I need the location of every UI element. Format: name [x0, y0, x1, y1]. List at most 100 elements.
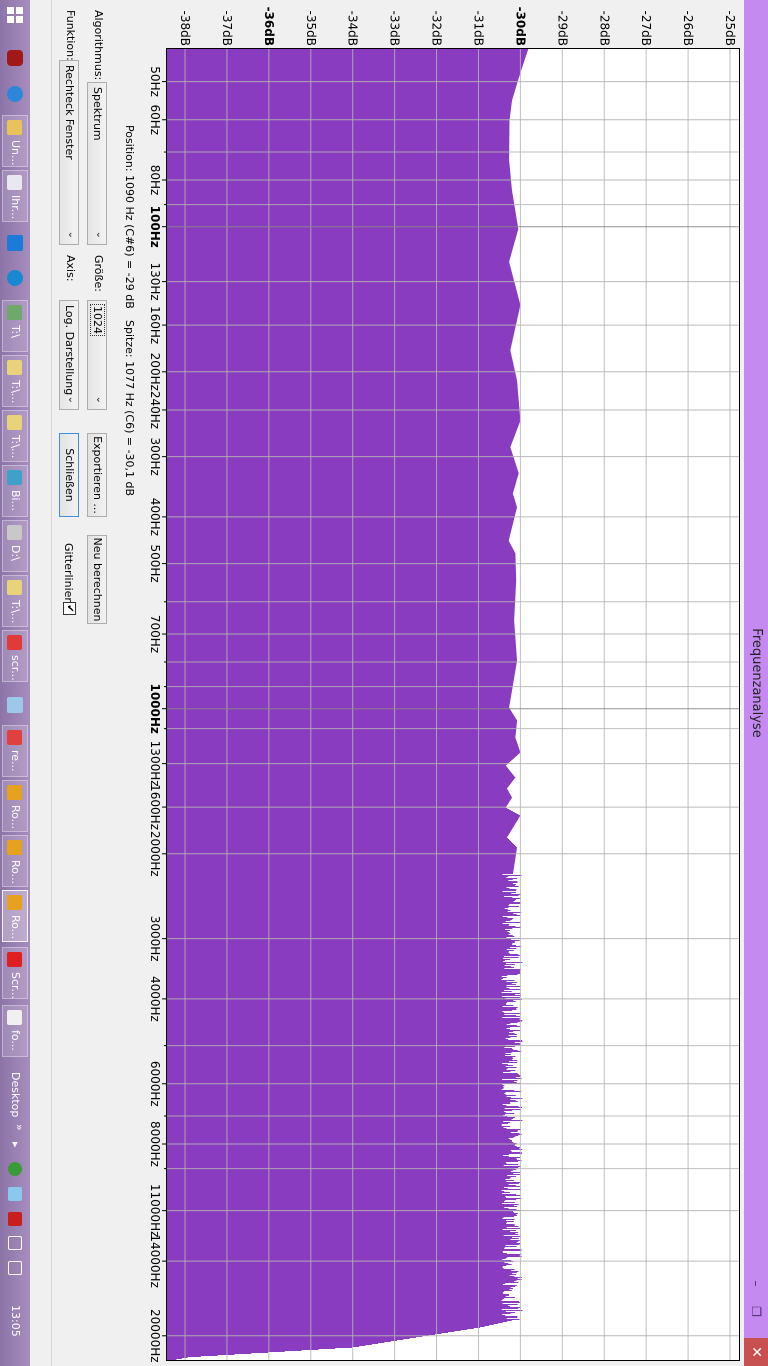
- toolbar-more-icon[interactable]: »: [13, 1124, 26, 1131]
- freq-tick-label: 2000Hz: [148, 831, 162, 877]
- freq-tick-label: 130Hz: [148, 263, 162, 301]
- db-tick-label: -31dB: [471, 11, 485, 46]
- size-value: 1024: [90, 302, 105, 338]
- picture-icon: [7, 470, 22, 485]
- taskbar-button[interactable]: D:\: [2, 520, 28, 572]
- db-tick-label: -37dB: [220, 11, 234, 46]
- window-function-value: Rechteck Fenster: [63, 65, 76, 160]
- freq-tick-label: 80Hz: [148, 165, 162, 196]
- freq-tick-label: 1000Hz: [148, 683, 162, 733]
- freq-tick-label: 3000Hz: [148, 916, 162, 962]
- taskbar-button[interactable]: Ro...: [2, 890, 28, 942]
- tray-app-icon[interactable]: [8, 1212, 22, 1226]
- recalculate-button[interactable]: Neu berechnen: [87, 535, 107, 624]
- chevron-down-icon: ⌄: [94, 395, 105, 404]
- freq-tick-label: 14000Hz: [148, 1234, 162, 1288]
- network-icon[interactable]: [8, 1261, 22, 1275]
- freq-tick-label: 240Hz: [148, 391, 162, 429]
- cd-icon: [7, 305, 22, 320]
- freq-tick-label: 11000Hz: [148, 1184, 162, 1238]
- taskbar-button[interactable]: T:\: [2, 300, 28, 352]
- db-tick-label: -35dB: [304, 11, 318, 46]
- axis-select[interactable]: Log. Darstellung ⌄: [59, 300, 79, 410]
- freq-tick-label: 400Hz: [148, 498, 162, 536]
- size-label: Größe:: [92, 255, 105, 292]
- screenshot-icon: [7, 952, 22, 967]
- axis-value: Log. Darstellung: [63, 305, 76, 396]
- mail-icon: [7, 175, 22, 190]
- freq-tick-label: 200Hz: [148, 353, 162, 391]
- taskbar-button[interactable]: Ro...: [2, 835, 28, 887]
- checkmark-icon: ✔: [64, 604, 75, 613]
- db-tick-label: -34dB: [346, 11, 360, 46]
- close-button[interactable]: Schließen: [59, 433, 79, 517]
- db-tick-label: -27dB: [639, 11, 653, 46]
- window-function-select[interactable]: Rechteck Fenster ⌄: [59, 60, 79, 245]
- freq-tick-label: 8000Hz: [148, 1121, 162, 1167]
- db-tick-label: -25dB: [723, 11, 737, 46]
- function-label: Funktion:: [64, 10, 77, 61]
- power-icon[interactable]: [8, 1236, 22, 1250]
- freq-tick-label: 100Hz: [148, 206, 162, 248]
- taskbar-button-label: scr...: [9, 655, 22, 681]
- taskbar-button[interactable]: Un...: [2, 115, 28, 167]
- store-icon[interactable]: [7, 235, 23, 251]
- gridlines-checkbox[interactable]: ✔: [63, 602, 76, 615]
- export-button[interactable]: Exportieren ...: [87, 433, 107, 517]
- spectrum-fill: [167, 48, 529, 1361]
- spectrum-plot[interactable]: -25dB -26dB -27dB -28dB -29dB -30dB -31dB -32dB…: [138, 0, 768, 1366]
- taskbar-button-label: Ro...: [9, 805, 22, 830]
- drive-icon: [7, 525, 22, 540]
- taskbar-button-label: T:\: [9, 325, 22, 338]
- freq-tick-label: 160Hz: [148, 306, 162, 344]
- taskbar-button[interactable]: Ro...: [2, 780, 28, 832]
- divider: [51, 0, 52, 1366]
- taskbar-button[interactable]: Bi...: [2, 465, 28, 517]
- image-viewer-icon: [7, 120, 22, 135]
- taskbar-button-label: T:\...: [9, 435, 22, 459]
- taskbar: Un... Ihr... T:\ T:\... T:\... Bi... D:\ T:\...…: [0, 0, 30, 1366]
- tray-app-icon[interactable]: [8, 1187, 22, 1201]
- db-tick-label: -30dB: [513, 7, 527, 46]
- taskbar-button-label: T:\...: [9, 380, 22, 404]
- folder-icon: [7, 415, 22, 430]
- taskbar-button[interactable]: T:\...: [2, 575, 28, 627]
- freq-tick-label: 300Hz: [148, 438, 162, 476]
- desktop-toolbar[interactable]: Desktop: [9, 1072, 22, 1117]
- size-select[interactable]: 1024 ⌄: [87, 300, 107, 410]
- chevron-down-icon: ⌄: [66, 395, 77, 404]
- headphones-icon: [7, 785, 22, 800]
- pinned-app-icon[interactable]: [7, 50, 23, 66]
- vivaldi-icon: [7, 635, 22, 650]
- freq-tick-label: 60Hz: [148, 104, 162, 135]
- tray-security-icon[interactable]: [8, 1162, 22, 1176]
- taskbar-button-label: Ro...: [9, 860, 22, 885]
- taskbar-button[interactable]: T:\...: [2, 355, 28, 407]
- freq-tick-label: 4000Hz: [148, 976, 162, 1022]
- algorithm-label: Algorithmus:: [92, 10, 105, 81]
- taskbar-button-label: re...: [9, 750, 22, 772]
- tray-expand-icon[interactable]: ▸: [9, 1142, 22, 1148]
- taskbar-button[interactable]: Ihr...: [2, 170, 28, 222]
- app-icon[interactable]: [7, 270, 23, 286]
- chevron-down-icon: ⌄: [94, 230, 105, 239]
- internet-explorer-icon[interactable]: [7, 86, 23, 102]
- taskbar-button-label: Ihr...: [9, 195, 22, 220]
- taskbar-button[interactable]: T:\...: [2, 410, 28, 462]
- folder-icon: [7, 360, 22, 375]
- peak-readout: Spitze: 1077 Hz (C6) = -30,1 dB: [123, 320, 136, 497]
- taskbar-button-label: Bi...: [9, 490, 22, 512]
- freq-tick-label: 700Hz: [148, 615, 162, 653]
- taskbar-button[interactable]: fo...: [2, 1005, 28, 1057]
- clock[interactable]: 13:05: [9, 1305, 22, 1337]
- app-icon[interactable]: [7, 697, 23, 713]
- foobar-icon: [7, 1010, 22, 1025]
- taskbar-button[interactable]: re...: [2, 725, 28, 777]
- position-readout: Position: 1090 Hz (C#6) = -29 dB: [123, 125, 136, 309]
- taskbar-button[interactable]: scr...: [2, 630, 28, 682]
- taskbar-button[interactable]: Scr...: [2, 947, 28, 999]
- freq-tick-label: 1600Hz: [148, 784, 162, 830]
- algorithm-select[interactable]: Spektrum ⌄: [87, 82, 107, 245]
- start-button[interactable]: [6, 6, 24, 24]
- db-tick-label: -33dB: [388, 11, 402, 46]
